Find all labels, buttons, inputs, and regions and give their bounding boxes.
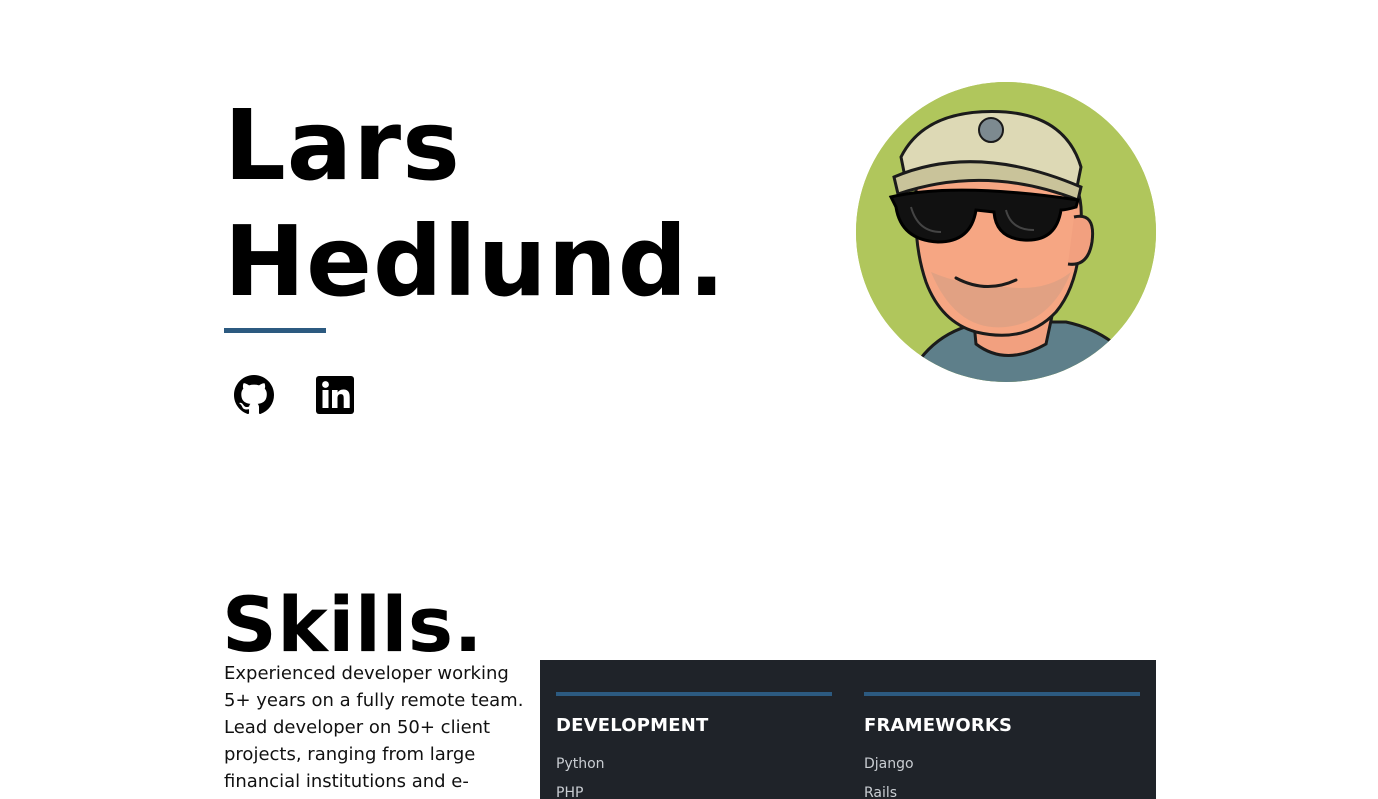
- skill-list: Python PHP: [556, 750, 832, 799]
- skill-item: PHP: [556, 785, 584, 799]
- skill-list: Django Rails: [864, 750, 1140, 799]
- skill-item: Python: [556, 756, 605, 772]
- category-divider: [864, 692, 1140, 696]
- linkedin-icon: [316, 376, 354, 414]
- skill-item: Django: [864, 756, 914, 772]
- avatar: [856, 82, 1156, 382]
- page: Lars Hedlund. Skills. Experienced develo…: [0, 0, 1378, 799]
- category-heading: FRAMEWORKS: [864, 715, 1013, 736]
- skill-category-development: DEVELOPMENT Python PHP: [556, 692, 832, 799]
- skill-category-frameworks: FRAMEWORKS Django Rails: [864, 692, 1140, 799]
- avatar-illustration: [856, 82, 1156, 382]
- github-link[interactable]: [231, 372, 277, 418]
- skills-description: Experienced developer working 5+ years o…: [224, 663, 524, 792]
- category-divider: [556, 692, 832, 696]
- skill-item: Rails: [864, 785, 898, 799]
- skills-title: Skills.: [222, 580, 484, 669]
- hero-name-last: Hedlund.: [224, 205, 727, 318]
- linkedin-link[interactable]: [312, 372, 358, 418]
- hero-name: Lars Hedlund.: [224, 88, 726, 320]
- hero-divider: [224, 328, 326, 333]
- github-icon: [234, 375, 274, 415]
- hero-name-first: Lars: [224, 89, 461, 202]
- skills-panel: DEVELOPMENT Python PHP FRAMEWORKS Django…: [540, 660, 1156, 799]
- category-heading: DEVELOPMENT: [556, 715, 709, 736]
